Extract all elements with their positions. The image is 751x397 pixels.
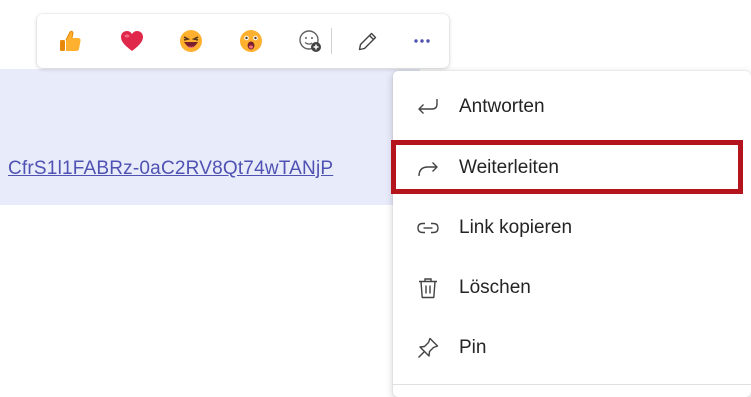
thumbs-up-icon[interactable] xyxy=(55,26,85,56)
menu-item-label: Weiterleiten xyxy=(459,157,559,178)
message-bubble xyxy=(0,69,420,205)
trash-icon xyxy=(415,275,441,301)
reaction-bar-divider xyxy=(331,28,332,54)
menu-item-label: Pin xyxy=(459,337,487,358)
heart-icon[interactable] xyxy=(117,26,147,56)
menu-item-label: Löschen xyxy=(459,277,531,298)
add-emoji-icon[interactable] xyxy=(295,26,325,56)
menu-item-label: Link kopieren xyxy=(459,217,573,238)
pencil-icon[interactable] xyxy=(353,26,383,56)
menu-item-label: Antworten xyxy=(459,96,545,117)
message-context-menu: Antworten Weiterleiten Link kopieren Lös… xyxy=(393,71,751,397)
surprised-face-icon[interactable] xyxy=(236,26,266,56)
link-icon xyxy=(415,215,441,241)
more-options-icon[interactable] xyxy=(407,26,437,56)
menu-item-delete[interactable]: Löschen xyxy=(393,260,751,316)
menu-item-pin[interactable]: Pin xyxy=(393,320,751,376)
reply-icon xyxy=(415,94,441,120)
menu-item-forward[interactable]: Weiterleiten xyxy=(393,140,751,196)
message-link[interactable]: CfrS1l1FABRz-0aC2RV8Qt74wTANjP xyxy=(8,158,333,180)
forward-icon xyxy=(415,155,441,181)
menu-item-reply[interactable]: Antworten xyxy=(393,79,751,135)
laughing-face-icon[interactable] xyxy=(176,26,206,56)
menu-divider xyxy=(393,384,751,385)
pin-icon xyxy=(415,335,441,361)
menu-item-copy-link[interactable]: Link kopieren xyxy=(393,200,751,256)
reaction-bar xyxy=(37,14,449,68)
